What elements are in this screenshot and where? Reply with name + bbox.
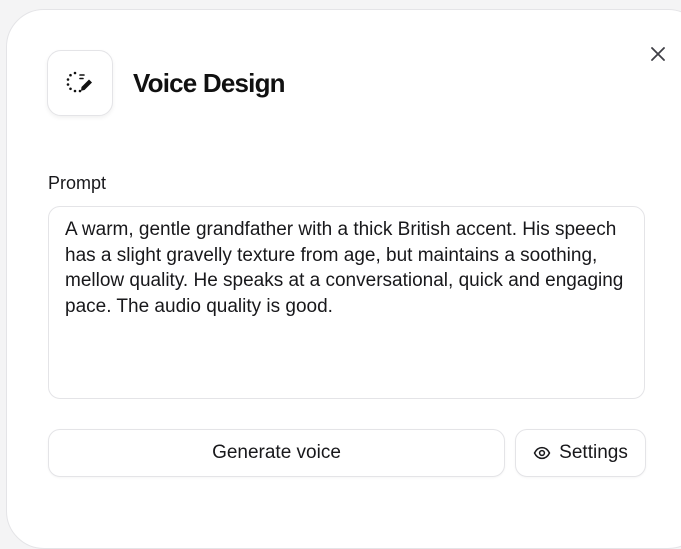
generate-voice-button[interactable]: Generate voice	[48, 429, 505, 477]
prompt-textarea[interactable]: A warm, gentle grandfather with a thick …	[48, 206, 645, 399]
voice-design-icon	[66, 71, 92, 93]
eye-icon	[533, 444, 551, 462]
prompt-label: Prompt	[48, 173, 107, 193]
settings-button[interactable]: Settings	[515, 429, 646, 477]
dialog-title: Voice Design	[133, 68, 286, 98]
close-button[interactable]	[645, 41, 671, 67]
settings-label: Settings	[559, 442, 628, 463]
close-icon	[651, 47, 665, 61]
logo-badge	[47, 50, 113, 116]
generate-voice-label: Generate voice	[212, 442, 341, 463]
